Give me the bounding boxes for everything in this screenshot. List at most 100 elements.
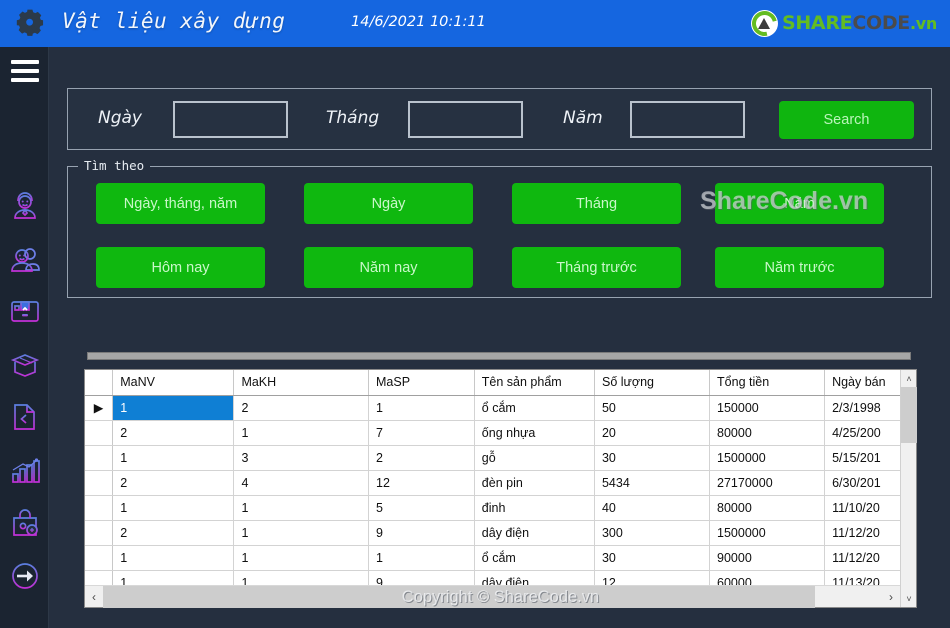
filter-button-ngay[interactable]: Ngày: [304, 183, 473, 224]
table-cell[interactable]: 20: [594, 420, 711, 446]
row-marker[interactable]: [85, 445, 114, 471]
table-cell[interactable]: 27170000: [709, 470, 826, 496]
hscroll-thumb[interactable]: [103, 586, 815, 608]
table-cell[interactable]: dây điện: [474, 520, 595, 546]
table-cell[interactable]: 40: [594, 495, 711, 521]
scroll-up-icon[interactable]: ˄: [901, 370, 917, 387]
table-cell[interactable]: 1: [233, 495, 369, 521]
logo-text-share: SHARE: [781, 11, 853, 34]
table-cell[interactable]: 1: [368, 395, 475, 421]
table-cell[interactable]: 1500000: [709, 520, 826, 546]
table-cell[interactable]: 1: [368, 545, 475, 571]
table-row[interactable]: ▶ 1 2 1 ổ cắm 50 150000 2/3/1998: [85, 395, 916, 421]
table-cell[interactable]: đinh: [474, 495, 595, 521]
table-cell[interactable]: ổ cắm: [474, 545, 595, 571]
row-marker[interactable]: ▶: [85, 395, 114, 421]
table-cell[interactable]: 1: [233, 520, 369, 546]
table-cell[interactable]: 1: [233, 420, 369, 446]
filter-button-nam[interactable]: Năm: [715, 183, 884, 224]
table-cell[interactable]: 50: [594, 395, 711, 421]
table-cell[interactable]: ống nhựa: [474, 420, 595, 446]
table-row[interactable]: 1 3 2 gỗ 30 1500000 5/15/201: [85, 445, 916, 471]
table-cell[interactable]: 30: [594, 445, 711, 471]
sidebar-item-employee[interactable]: [7, 187, 43, 223]
table-cell[interactable]: 1500000: [709, 445, 826, 471]
table-header-row: MaNV MaKH MaSP Tên sản phẩm Số lượng Tổn…: [85, 370, 916, 396]
table-cell[interactable]: 2: [368, 445, 475, 471]
table-cell[interactable]: 2: [112, 470, 235, 496]
table-cell[interactable]: 2: [233, 395, 369, 421]
label-nam: Năm: [563, 108, 603, 128]
filter-button-hom-nay[interactable]: Hôm nay: [96, 247, 265, 288]
table-cell[interactable]: 2: [112, 420, 235, 446]
grid-vertical-scrollbar[interactable]: ˄ ˅: [900, 370, 917, 607]
table-cell[interactable]: 1: [112, 395, 235, 421]
column-header-masp[interactable]: MaSP: [368, 370, 475, 396]
table-row[interactable]: 1 1 5 đinh 40 80000 11/10/20: [85, 495, 916, 521]
column-header-makh[interactable]: MaKH: [233, 370, 369, 396]
table-cell[interactable]: 1: [112, 445, 235, 471]
table-cell[interactable]: 7: [368, 420, 475, 446]
sidebar-item-export[interactable]: [7, 399, 43, 435]
table-cell[interactable]: 1: [233, 545, 369, 571]
table-cell[interactable]: 80000: [709, 495, 826, 521]
table-row[interactable]: 2 1 7 ống nhựa 20 80000 4/25/200: [85, 420, 916, 446]
table-cell[interactable]: 1: [112, 495, 235, 521]
sidebar-item-exit[interactable]: [7, 558, 43, 594]
column-header-tongtien[interactable]: Tổng tiền: [709, 370, 826, 396]
gear-magnifier-icon: [16, 8, 48, 40]
table-row[interactable]: 111ổ cắm 30 90000 11/12/20: [85, 545, 916, 571]
table-cell[interactable]: 1: [112, 545, 235, 571]
table-cell[interactable]: 5434: [594, 470, 711, 496]
sidebar-item-inventory[interactable]: [7, 346, 43, 382]
scroll-left-icon[interactable]: ‹: [85, 586, 103, 608]
search-input-ngay[interactable]: [173, 101, 288, 138]
shopping-bag-icon: [13, 509, 38, 536]
column-header-tensp[interactable]: Tên sản phẩm: [474, 370, 595, 396]
scroll-right-icon[interactable]: ›: [882, 586, 900, 608]
table-cell[interactable]: 300: [594, 520, 711, 546]
column-header-select[interactable]: [85, 370, 114, 396]
table-cell[interactable]: 9: [368, 520, 475, 546]
filter-group-legend: Tìm theo: [78, 158, 151, 173]
table-cell[interactable]: 80000: [709, 420, 826, 446]
row-marker[interactable]: [85, 495, 114, 521]
sidebar-item-customers[interactable]: [7, 240, 43, 276]
table-row[interactable]: 2 4 12 đèn pin 5434 27170000 6/30/201: [85, 470, 916, 496]
vscroll-thumb[interactable]: [901, 387, 917, 443]
row-marker[interactable]: [85, 470, 114, 496]
row-marker[interactable]: [85, 420, 114, 446]
table-cell[interactable]: 150000: [709, 395, 826, 421]
customers-group-icon: [11, 247, 40, 272]
scroll-down-icon[interactable]: ˅: [901, 590, 917, 607]
search-button[interactable]: Search: [779, 101, 914, 139]
table-cell[interactable]: 3: [233, 445, 369, 471]
hamburger-menu-icon[interactable]: [11, 60, 39, 82]
table-cell[interactable]: 4: [233, 470, 369, 496]
sidebar-item-reports[interactable]: [7, 452, 43, 488]
table-cell[interactable]: 12: [368, 470, 475, 496]
filter-button-thang[interactable]: Tháng: [512, 183, 681, 224]
filter-button-nam-truoc[interactable]: Năm trước: [715, 247, 884, 288]
grid-horizontal-scrollbar[interactable]: ‹ ›: [85, 585, 900, 608]
column-header-soluong[interactable]: Số lượng: [594, 370, 711, 396]
grid-top-scroll-track[interactable]: [87, 352, 911, 360]
row-marker[interactable]: [85, 545, 114, 571]
column-header-manv[interactable]: MaNV: [112, 370, 235, 396]
filter-button-thang-truoc[interactable]: Tháng trước: [512, 247, 681, 288]
table-cell[interactable]: 90000: [709, 545, 826, 571]
table-cell[interactable]: 5: [368, 495, 475, 521]
filter-button-ngay-thang-nam[interactable]: Ngày, tháng, năm: [96, 183, 265, 224]
search-input-thang[interactable]: [408, 101, 523, 138]
table-cell[interactable]: đèn pin: [474, 470, 595, 496]
table-cell[interactable]: 30: [594, 545, 711, 571]
row-marker[interactable]: [85, 520, 114, 546]
sidebar-item-sales[interactable]: [7, 505, 43, 541]
table-cell[interactable]: 2: [112, 520, 235, 546]
filter-button-nam-nay[interactable]: Năm nay: [304, 247, 473, 288]
table-cell[interactable]: gỗ: [474, 445, 595, 471]
table-cell[interactable]: ổ cắm: [474, 395, 595, 421]
table-row[interactable]: 2 1 9 dây điện 300 1500000 11/12/20: [85, 520, 916, 546]
search-input-nam[interactable]: [630, 101, 745, 138]
sidebar-item-products[interactable]: [7, 293, 43, 329]
